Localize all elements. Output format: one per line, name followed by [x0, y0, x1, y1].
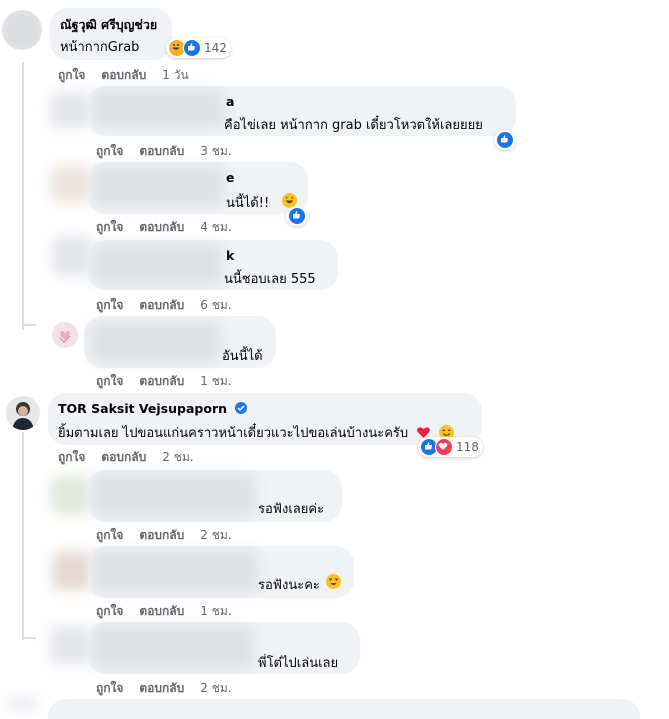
- comment-author[interactable]: e: [226, 170, 234, 185]
- timestamp[interactable]: 2 ชม.: [162, 448, 193, 467]
- reply-button[interactable]: ตอบกลับ: [139, 142, 184, 161]
- timestamp[interactable]: 1 ชม.: [200, 602, 231, 621]
- like-button[interactable]: ถูกใจ: [58, 448, 85, 467]
- like-button[interactable]: ถูกใจ: [96, 296, 123, 315]
- reaction-summary[interactable]: 142: [166, 38, 231, 58]
- comment-text: รอฟังนะคะ: [258, 578, 320, 593]
- reply-button[interactable]: ตอบกลับ: [139, 679, 184, 698]
- comment-text: รอฟังเลยค่ะ: [258, 502, 325, 517]
- person-photo-icon: [6, 396, 40, 430]
- comment-text: นนี้ได้!!: [226, 196, 270, 211]
- timestamp[interactable]: 3 ชม.: [200, 142, 231, 161]
- comment-author[interactable]: ณัฐวุฒิ ศรีบุญช่วย: [60, 15, 157, 35]
- timestamp[interactable]: 6 ชม.: [200, 296, 231, 315]
- comment-actions: ถูกใจ ตอบกลับ 6 ชม.: [96, 296, 232, 315]
- timestamp[interactable]: 1 ชม.: [200, 372, 231, 391]
- comment-text: อันนี้ได้: [222, 349, 263, 364]
- blurred-avatar: [52, 236, 92, 276]
- blurred-name: [92, 626, 254, 668]
- reply-button[interactable]: ตอบกลับ: [139, 372, 184, 391]
- reply-button[interactable]: ตอบกลับ: [139, 218, 184, 237]
- comment-text: ยิ้มตามเลย ไปขอนแก่นคราวหน้าเดี๋ยวแวะไปข…: [58, 422, 455, 443]
- blurred-avatar: [50, 92, 90, 128]
- comment-actions: ถูกใจ ตอบกลับ 1 วัน: [58, 66, 189, 85]
- like-react-icon: [496, 131, 514, 149]
- reply-button[interactable]: ตอบกลับ: [101, 448, 146, 467]
- like-button[interactable]: ถูกใจ: [96, 602, 123, 621]
- blurred-avatar: [50, 476, 90, 514]
- author-name[interactable]: TOR Saksit Vejsupaporn: [58, 401, 227, 416]
- blurred-name: [92, 90, 224, 128]
- reply-button[interactable]: ตอบกลับ: [139, 602, 184, 621]
- like-button[interactable]: ถูกใจ: [96, 218, 123, 237]
- comment-text: พี่โต๋ไปเล่นเลย: [258, 656, 339, 671]
- blurred-avatar: [8, 698, 38, 708]
- love-react-icon: [435, 438, 453, 456]
- timestamp[interactable]: 2 ชม.: [200, 679, 231, 698]
- blurred-name: [92, 474, 256, 516]
- blurred-name: [90, 322, 220, 362]
- blurred-avatar: [50, 626, 90, 664]
- reaction-summary[interactable]: [286, 206, 308, 226]
- reaction-count: 118: [456, 440, 479, 454]
- comment-actions: ถูกใจ ตอบกลับ 2 ชม.: [96, 679, 232, 698]
- avatar[interactable]: [52, 322, 78, 348]
- timestamp[interactable]: 1 วัน: [162, 66, 188, 85]
- avatar[interactable]: [2, 10, 42, 50]
- comment-bubble: [48, 699, 640, 719]
- reaction-count: 142: [204, 41, 227, 55]
- avatar[interactable]: [6, 396, 40, 430]
- blurred-avatar: [2, 10, 42, 50]
- reply-button[interactable]: ตอบกลับ: [139, 296, 184, 315]
- comment-actions: ถูกใจ ตอบกลับ 1 ชม.: [96, 372, 232, 391]
- like-button[interactable]: ถูกใจ: [96, 142, 123, 161]
- blurred-name: [92, 244, 222, 284]
- blurred-avatar: [52, 552, 92, 590]
- reply-button[interactable]: ตอบกลับ: [139, 526, 184, 545]
- verified-badge-icon: [235, 402, 248, 414]
- thread-line: [22, 432, 24, 640]
- heart-hand-icon: [59, 331, 71, 343]
- like-react-icon: [288, 207, 306, 225]
- like-button[interactable]: ถูกใจ: [96, 679, 123, 698]
- comment-text: นนี้ชอบเลย 555: [224, 272, 316, 287]
- like-button[interactable]: ถูกใจ: [96, 372, 123, 391]
- comment-author[interactable]: a: [226, 94, 234, 109]
- comment-actions: ถูกใจ ตอบกลับ 2 ชม.: [58, 448, 194, 467]
- thread-line: [22, 62, 24, 330]
- comment-text-content: ยิ้มตามเลย ไปขอนแก่นคราวหน้าเดี๋ยวแวะไปข…: [58, 426, 409, 441]
- comment-author[interactable]: k: [226, 248, 234, 263]
- comment-text: คือไข่เลย หน้ากาก grab เดี๋ยวโหวตให้เลยย…: [224, 118, 483, 133]
- blurred-avatar: [50, 166, 90, 202]
- comment-actions: ถูกใจ ตอบกลับ 1 ชม.: [96, 602, 232, 621]
- comment-actions: ถูกใจ ตอบกลับ 2 ชม.: [96, 526, 232, 545]
- comment-text: หน้ากากGrab: [60, 40, 140, 55]
- comment-actions: ถูกใจ ตอบกลับ 3 ชม.: [96, 142, 232, 161]
- reaction-summary[interactable]: [494, 130, 516, 150]
- thread-line: [22, 324, 36, 326]
- reaction-summary[interactable]: 118: [418, 437, 483, 457]
- like-react-icon: [183, 39, 201, 57]
- timestamp[interactable]: 2 ชม.: [200, 526, 231, 545]
- thread-line: [22, 637, 36, 639]
- like-button[interactable]: ถูกใจ: [96, 526, 123, 545]
- comment-actions: ถูกใจ ตอบกลับ 4 ชม.: [96, 218, 232, 237]
- reply-button[interactable]: ตอบกลับ: [101, 66, 146, 85]
- comment-author[interactable]: TOR Saksit Vejsupaporn: [58, 401, 248, 416]
- blurred-name: [92, 550, 258, 592]
- timestamp[interactable]: 4 ชม.: [200, 218, 231, 237]
- like-button[interactable]: ถูกใจ: [58, 66, 85, 85]
- blurred-name: [92, 166, 224, 206]
- heart-eyes-emoji-icon: [326, 574, 341, 589]
